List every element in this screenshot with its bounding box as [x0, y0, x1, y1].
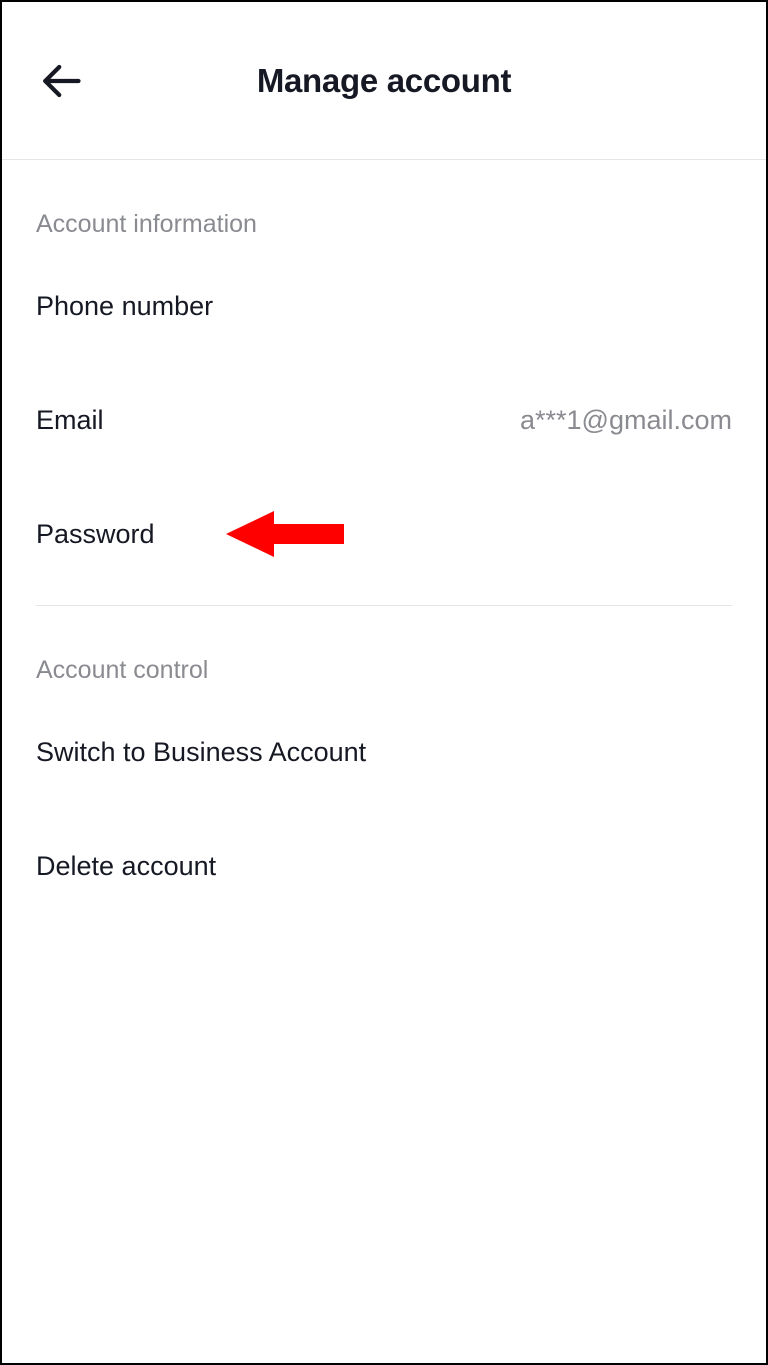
pointer-arrow-icon: [226, 505, 346, 563]
row-password[interactable]: Password: [36, 477, 732, 591]
row-email[interactable]: Email a***1@gmail.com: [36, 363, 732, 477]
header: Manage account: [2, 2, 766, 160]
row-phone-number[interactable]: Phone number: [36, 249, 732, 363]
page-title: Manage account: [36, 62, 732, 100]
row-delete-account[interactable]: Delete account: [36, 809, 732, 923]
row-label: Delete account: [36, 851, 216, 882]
row-value: a***1@gmail.com: [520, 405, 732, 436]
row-label: Phone number: [36, 291, 213, 322]
content: Account information Phone number Email a…: [2, 160, 766, 923]
row-label: Email: [36, 405, 104, 436]
row-label: Password: [36, 519, 155, 550]
section-header-account-control: Account control: [36, 606, 732, 695]
section-header-account-info: Account information: [36, 160, 732, 249]
row-switch-business[interactable]: Switch to Business Account: [36, 695, 732, 809]
row-label: Switch to Business Account: [36, 737, 366, 768]
back-button[interactable]: [40, 60, 82, 102]
back-arrow-icon: [40, 60, 82, 102]
